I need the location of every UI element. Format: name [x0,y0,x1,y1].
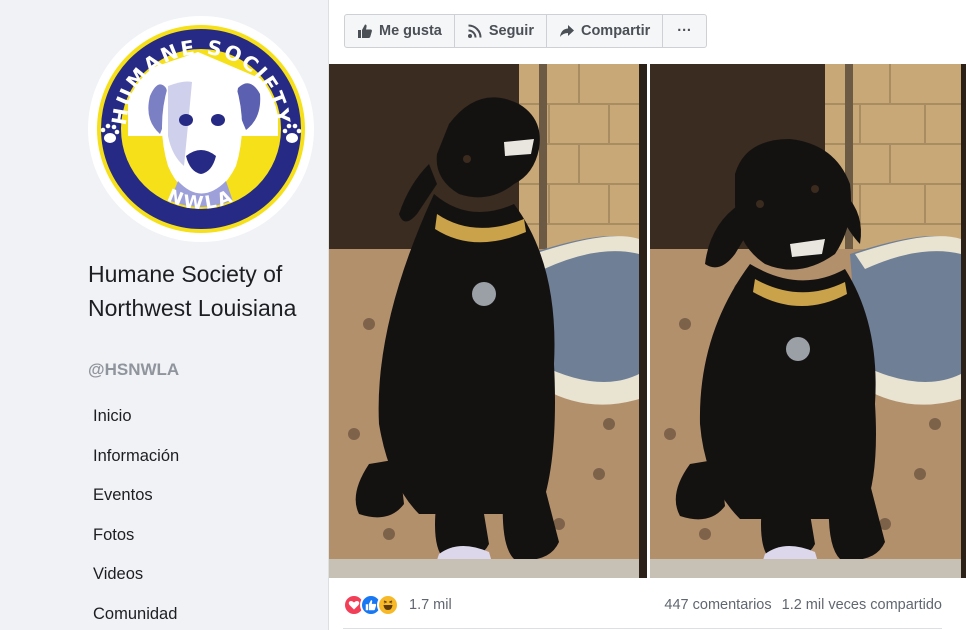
page-title[interactable]: Humane Society of Northwest Louisiana [88,257,318,325]
follow-page-label: Seguir [488,23,534,39]
share-icon [559,25,574,37]
page-action-bar: Me gusta Seguir Compartir ··· [344,14,707,48]
share-page-button[interactable]: Compartir [547,15,664,47]
page-profile-logo[interactable]: HUMANE SOCIETY NWLA [88,16,314,242]
page-handle[interactable]: @HSNWLA [88,360,179,380]
more-options-button[interactable]: ··· [663,15,706,47]
nav-item-fotos[interactable]: Fotos [82,516,314,556]
post-photo[interactable] [649,64,966,578]
post-photo-grid [329,64,966,578]
page-nav: Inicio Información Eventos Fotos Videos … [82,397,314,630]
shares-count[interactable]: 1.2 mil veces compartido [782,597,942,613]
nav-item-comunidad[interactable]: Comunidad [82,595,314,630]
rss-icon [467,24,482,38]
nav-item-inicio[interactable]: Inicio [82,397,314,437]
post-column: Me gusta Seguir Compartir ··· 1.7 mil 44… [328,0,966,630]
puppy-photo-left [329,64,639,578]
share-page-label: Compartir [580,23,651,39]
stats-divider [343,628,942,629]
more-icon: ··· [677,23,692,39]
haha-reaction-icon [377,594,399,616]
nav-item-videos[interactable]: Videos [82,555,314,595]
like-icon [358,24,372,38]
post-photo[interactable] [329,64,647,578]
engagement-counts: 447 comentarios 1.2 mil veces compartido [664,597,942,613]
reaction-icons[interactable] [343,594,399,616]
reaction-count[interactable]: 1.7 mil [409,597,452,613]
like-page-button[interactable]: Me gusta [345,15,455,47]
nav-item-informacion[interactable]: Información [82,437,314,477]
humane-society-logo-icon: HUMANE SOCIETY NWLA [91,19,311,239]
page-sidebar: HUMANE SOCIETY NWLA Humane Society of No… [0,0,328,630]
puppy-photo-right [649,64,961,578]
follow-page-button[interactable]: Seguir [455,15,547,47]
like-page-label: Me gusta [379,23,442,39]
comments-count[interactable]: 447 comentarios [664,597,771,613]
post-stats-bar: 1.7 mil 447 comentarios 1.2 mil veces co… [343,591,942,619]
nav-item-eventos[interactable]: Eventos [82,476,314,516]
